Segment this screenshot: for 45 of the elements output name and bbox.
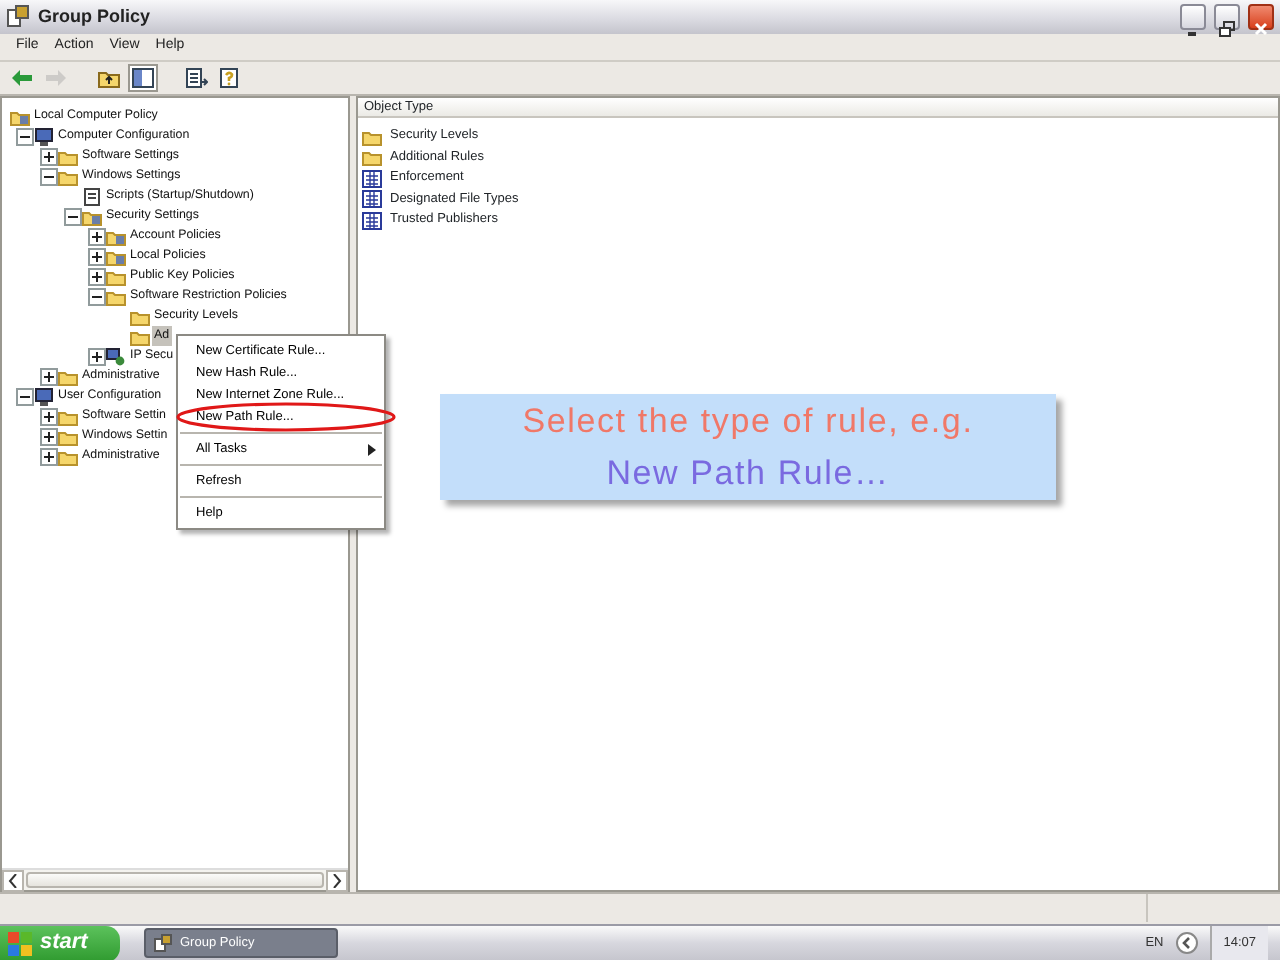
collapse-icon[interactable]: [16, 127, 34, 145]
document-icon: [82, 187, 102, 205]
app-icon: [6, 4, 30, 29]
folder-badge-icon: [106, 227, 126, 245]
collapse-icon[interactable]: [64, 207, 82, 225]
policy-icon: [362, 190, 382, 209]
close-button[interactable]: [1248, 4, 1274, 30]
collapse-icon[interactable]: [16, 387, 34, 405]
expand-icon[interactable]: [88, 227, 106, 245]
forward-arrow-icon: [45, 70, 65, 86]
network-icon: [106, 347, 126, 365]
collapse-icon[interactable]: [40, 167, 58, 185]
policy-icon: [362, 169, 382, 188]
expand-icon[interactable]: [88, 267, 106, 285]
folder-badge-icon: [106, 247, 126, 265]
policy-icon: [362, 211, 382, 230]
toolbar-button[interactable]: [128, 64, 158, 92]
expand-icon[interactable]: [40, 407, 58, 425]
expand-icon[interactable]: [40, 367, 58, 385]
folder-icon: [58, 367, 78, 385]
help-icon: [220, 68, 242, 88]
expand-icon[interactable]: [40, 147, 58, 165]
window-title: Group Policy: [38, 3, 151, 30]
callout-text: Select the type of rule, e.g.: [522, 399, 974, 443]
minimize-button[interactable]: [1180, 4, 1206, 30]
export-list-icon: [186, 68, 208, 88]
expand-icon[interactable]: [88, 347, 106, 365]
folder-badge-icon: [82, 207, 102, 225]
panel-icon: [132, 68, 154, 88]
horizontal-scrollbar[interactable]: [2, 868, 348, 890]
expand-icon[interactable]: [40, 447, 58, 465]
expand-icon[interactable]: [40, 427, 58, 445]
app-icon: [154, 934, 172, 952]
toolbar-button[interactable]: [182, 64, 212, 92]
submenu-arrow-icon: [368, 443, 376, 455]
chevron-icon[interactable]: [1175, 932, 1198, 954]
up-folder-icon: [98, 68, 120, 88]
collapse-icon[interactable]: [88, 287, 106, 305]
callout-text: New Path Rule…: [606, 451, 890, 495]
windows-logo-icon: [8, 931, 32, 955]
back-arrow-icon: [11, 70, 31, 86]
computer-icon: [34, 127, 54, 145]
computer-icon: [34, 387, 54, 405]
expand-icon[interactable]: [88, 247, 106, 265]
folder-badge-icon: [10, 107, 30, 125]
